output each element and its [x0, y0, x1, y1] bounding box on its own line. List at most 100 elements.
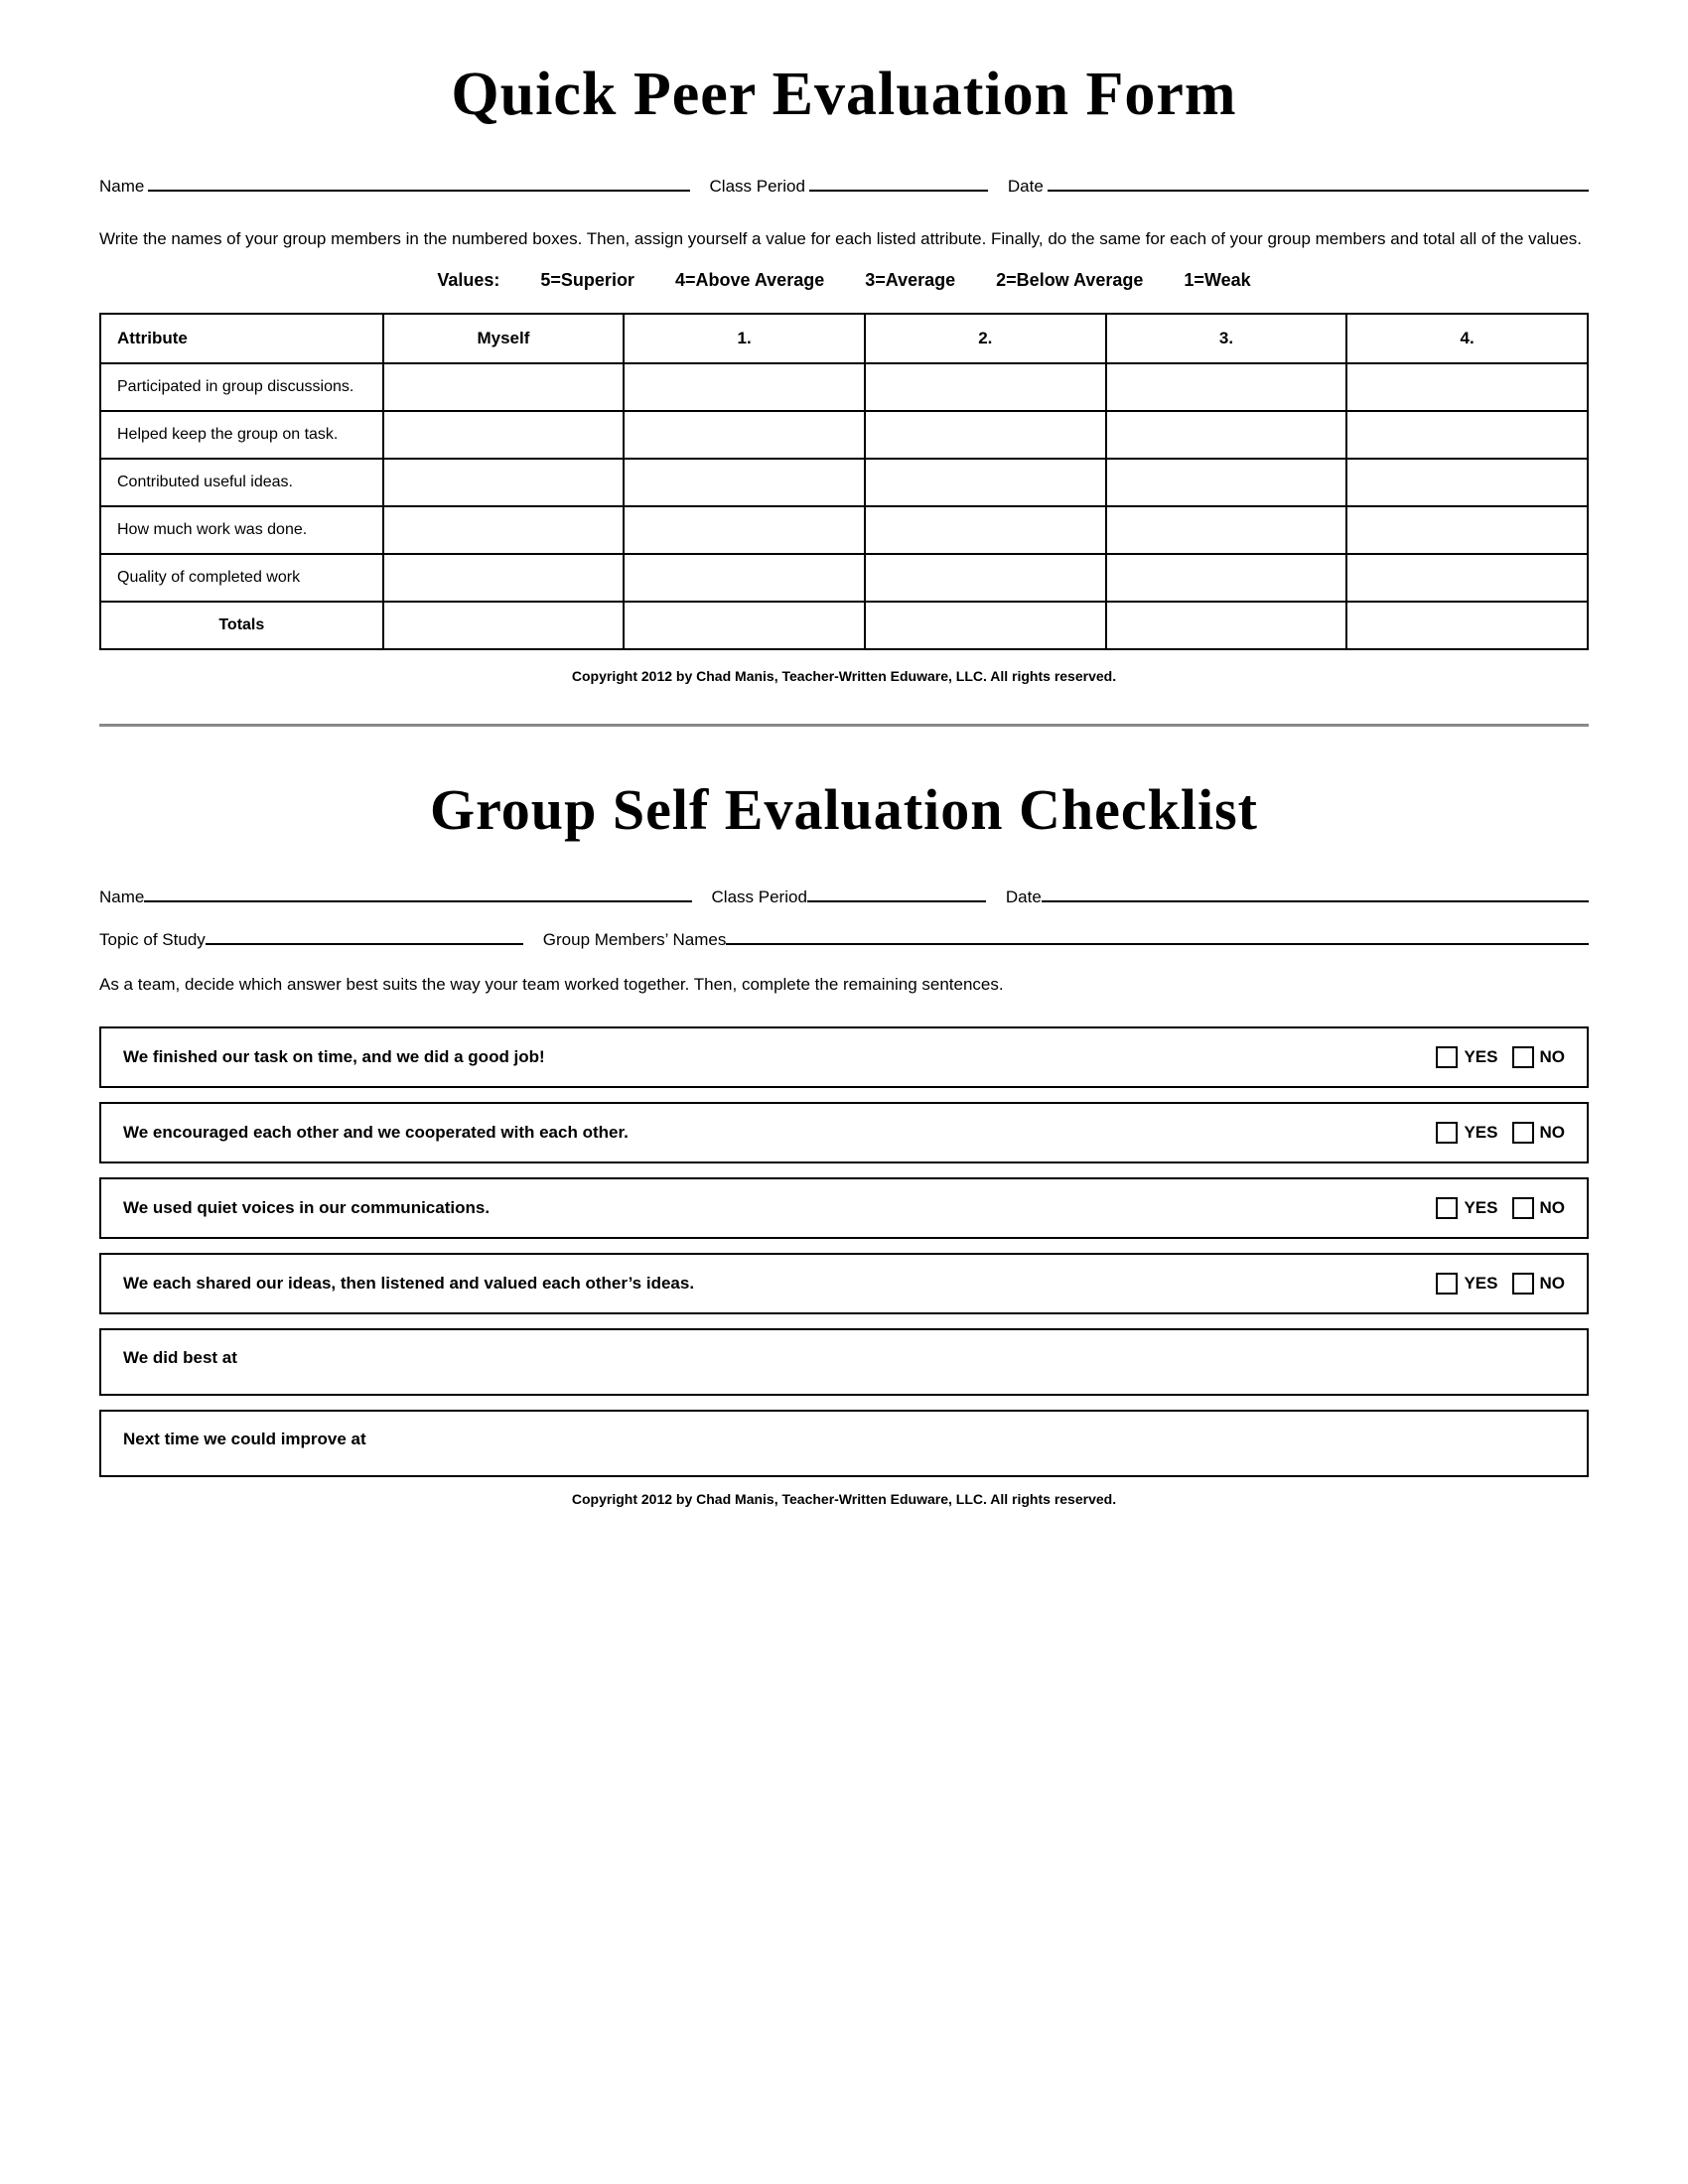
value-1: 5=Superior	[540, 270, 634, 290]
header-3: 3.	[1106, 314, 1347, 363]
row-3-4[interactable]	[1346, 459, 1588, 506]
row-2-3[interactable]	[1106, 411, 1347, 459]
row-4-2[interactable]	[865, 506, 1106, 554]
yes-no-4: YES NO	[1436, 1273, 1565, 1295]
no-label-4: NO	[1540, 1274, 1566, 1294]
yes-box-2[interactable]	[1436, 1122, 1458, 1144]
s2-date-label: Date	[1006, 887, 1042, 907]
table-row: Participated in group discussions.	[100, 363, 1588, 411]
row-2-4[interactable]	[1346, 411, 1588, 459]
totals-1[interactable]	[624, 602, 865, 649]
topic-label: Topic of Study	[99, 930, 206, 950]
yes-box-4[interactable]	[1436, 1273, 1458, 1295]
header-4: 4.	[1346, 314, 1588, 363]
row-1-attr: Participated in group discussions.	[100, 363, 383, 411]
yes-label-3: YES	[1464, 1198, 1497, 1218]
no-checkbox-4[interactable]: NO	[1512, 1273, 1566, 1295]
totals-myself[interactable]	[383, 602, 625, 649]
row-1-myself[interactable]	[383, 363, 625, 411]
table-row: How much work was done.	[100, 506, 1588, 554]
section1-title: Quick Peer Evaluation Form	[99, 60, 1589, 130]
value-3: 3=Average	[865, 270, 955, 290]
no-box-2[interactable]	[1512, 1122, 1534, 1144]
topic-underline	[206, 923, 523, 945]
row-5-attr: Quality of completed work	[100, 554, 383, 602]
checklist-text-1: We finished our task on time, and we did…	[123, 1047, 1436, 1067]
yes-label-2: YES	[1464, 1123, 1497, 1143]
checklist-text-4: We each shared our ideas, then listened …	[123, 1274, 1436, 1294]
row-2-2[interactable]	[865, 411, 1106, 459]
open-text-2: Next time we could improve at	[123, 1430, 366, 1448]
yes-no-2: YES NO	[1436, 1122, 1565, 1144]
totals-4[interactable]	[1346, 602, 1588, 649]
header-attribute: Attribute	[100, 314, 383, 363]
section2-copyright: Copyright 2012 by Chad Manis, Teacher-Wr…	[99, 1491, 1589, 1507]
no-checkbox-1[interactable]: NO	[1512, 1046, 1566, 1068]
row-3-3[interactable]	[1106, 459, 1347, 506]
no-box-3[interactable]	[1512, 1197, 1534, 1219]
row-4-3[interactable]	[1106, 506, 1347, 554]
yes-checkbox-2[interactable]: YES	[1436, 1122, 1497, 1144]
row-2-myself[interactable]	[383, 411, 625, 459]
row-5-1[interactable]	[624, 554, 865, 602]
checklist-text-3: We used quiet voices in our communicatio…	[123, 1198, 1436, 1218]
date-underline	[1048, 170, 1589, 192]
row-3-attr: Contributed useful ideas.	[100, 459, 383, 506]
checklist-item-2: We encouraged each other and we cooperat…	[99, 1102, 1589, 1163]
section2-instructions: As a team, decide which answer best suit…	[99, 972, 1589, 998]
group-members-label: Group Members’ Names	[543, 930, 727, 950]
row-3-1[interactable]	[624, 459, 865, 506]
yes-checkbox-3[interactable]: YES	[1436, 1197, 1497, 1219]
row-3-myself[interactable]	[383, 459, 625, 506]
yes-no-3: YES NO	[1436, 1197, 1565, 1219]
row-5-4[interactable]	[1346, 554, 1588, 602]
row-5-myself[interactable]	[383, 554, 625, 602]
row-2-1[interactable]	[624, 411, 865, 459]
row-5-3[interactable]	[1106, 554, 1347, 602]
value-5: 1=Weak	[1184, 270, 1250, 290]
value-2: 4=Above Average	[675, 270, 824, 290]
totals-3[interactable]	[1106, 602, 1347, 649]
yes-box-3[interactable]	[1436, 1197, 1458, 1219]
no-checkbox-3[interactable]: NO	[1512, 1197, 1566, 1219]
section2-name-row: Name Class Period Date	[99, 881, 1589, 907]
name-underline	[148, 170, 689, 192]
row-5-2[interactable]	[865, 554, 1106, 602]
row-1-1[interactable]	[624, 363, 865, 411]
open-item-2[interactable]: Next time we could improve at	[99, 1410, 1589, 1477]
no-checkbox-2[interactable]: NO	[1512, 1122, 1566, 1144]
row-1-2[interactable]	[865, 363, 1106, 411]
group-members-underline	[726, 923, 1589, 945]
checklist-item-1: We finished our task on time, and we did…	[99, 1026, 1589, 1088]
header-2: 2.	[865, 314, 1106, 363]
s2-name-underline	[144, 881, 691, 902]
class-period-underline	[809, 170, 988, 192]
totals-2[interactable]	[865, 602, 1106, 649]
open-text-1: We did best at	[123, 1348, 237, 1367]
row-2-attr: Helped keep the group on task.	[100, 411, 383, 459]
yes-checkbox-4[interactable]: YES	[1436, 1273, 1497, 1295]
row-4-attr: How much work was done.	[100, 506, 383, 554]
no-label-3: NO	[1540, 1198, 1566, 1218]
open-item-1[interactable]: We did best at	[99, 1328, 1589, 1396]
yes-checkbox-1[interactable]: YES	[1436, 1046, 1497, 1068]
no-label-1: NO	[1540, 1047, 1566, 1067]
no-label-2: NO	[1540, 1123, 1566, 1143]
row-4-1[interactable]	[624, 506, 865, 554]
eval-table: Attribute Myself 1. 2. 3. 4. Participate…	[99, 313, 1589, 650]
date-label: Date	[1008, 177, 1044, 197]
no-box-1[interactable]	[1512, 1046, 1534, 1068]
yes-box-1[interactable]	[1436, 1046, 1458, 1068]
row-4-myself[interactable]	[383, 506, 625, 554]
table-row: Helped keep the group on task.	[100, 411, 1588, 459]
row-1-4[interactable]	[1346, 363, 1588, 411]
class-period-label: Class Period	[710, 177, 805, 197]
row-3-2[interactable]	[865, 459, 1106, 506]
header-myself: Myself	[383, 314, 625, 363]
row-4-4[interactable]	[1346, 506, 1588, 554]
no-box-4[interactable]	[1512, 1273, 1534, 1295]
s2-class-period-label: Class Period	[712, 887, 807, 907]
checklist-text-2: We encouraged each other and we cooperat…	[123, 1123, 1436, 1143]
name-label: Name	[99, 177, 144, 197]
row-1-3[interactable]	[1106, 363, 1347, 411]
